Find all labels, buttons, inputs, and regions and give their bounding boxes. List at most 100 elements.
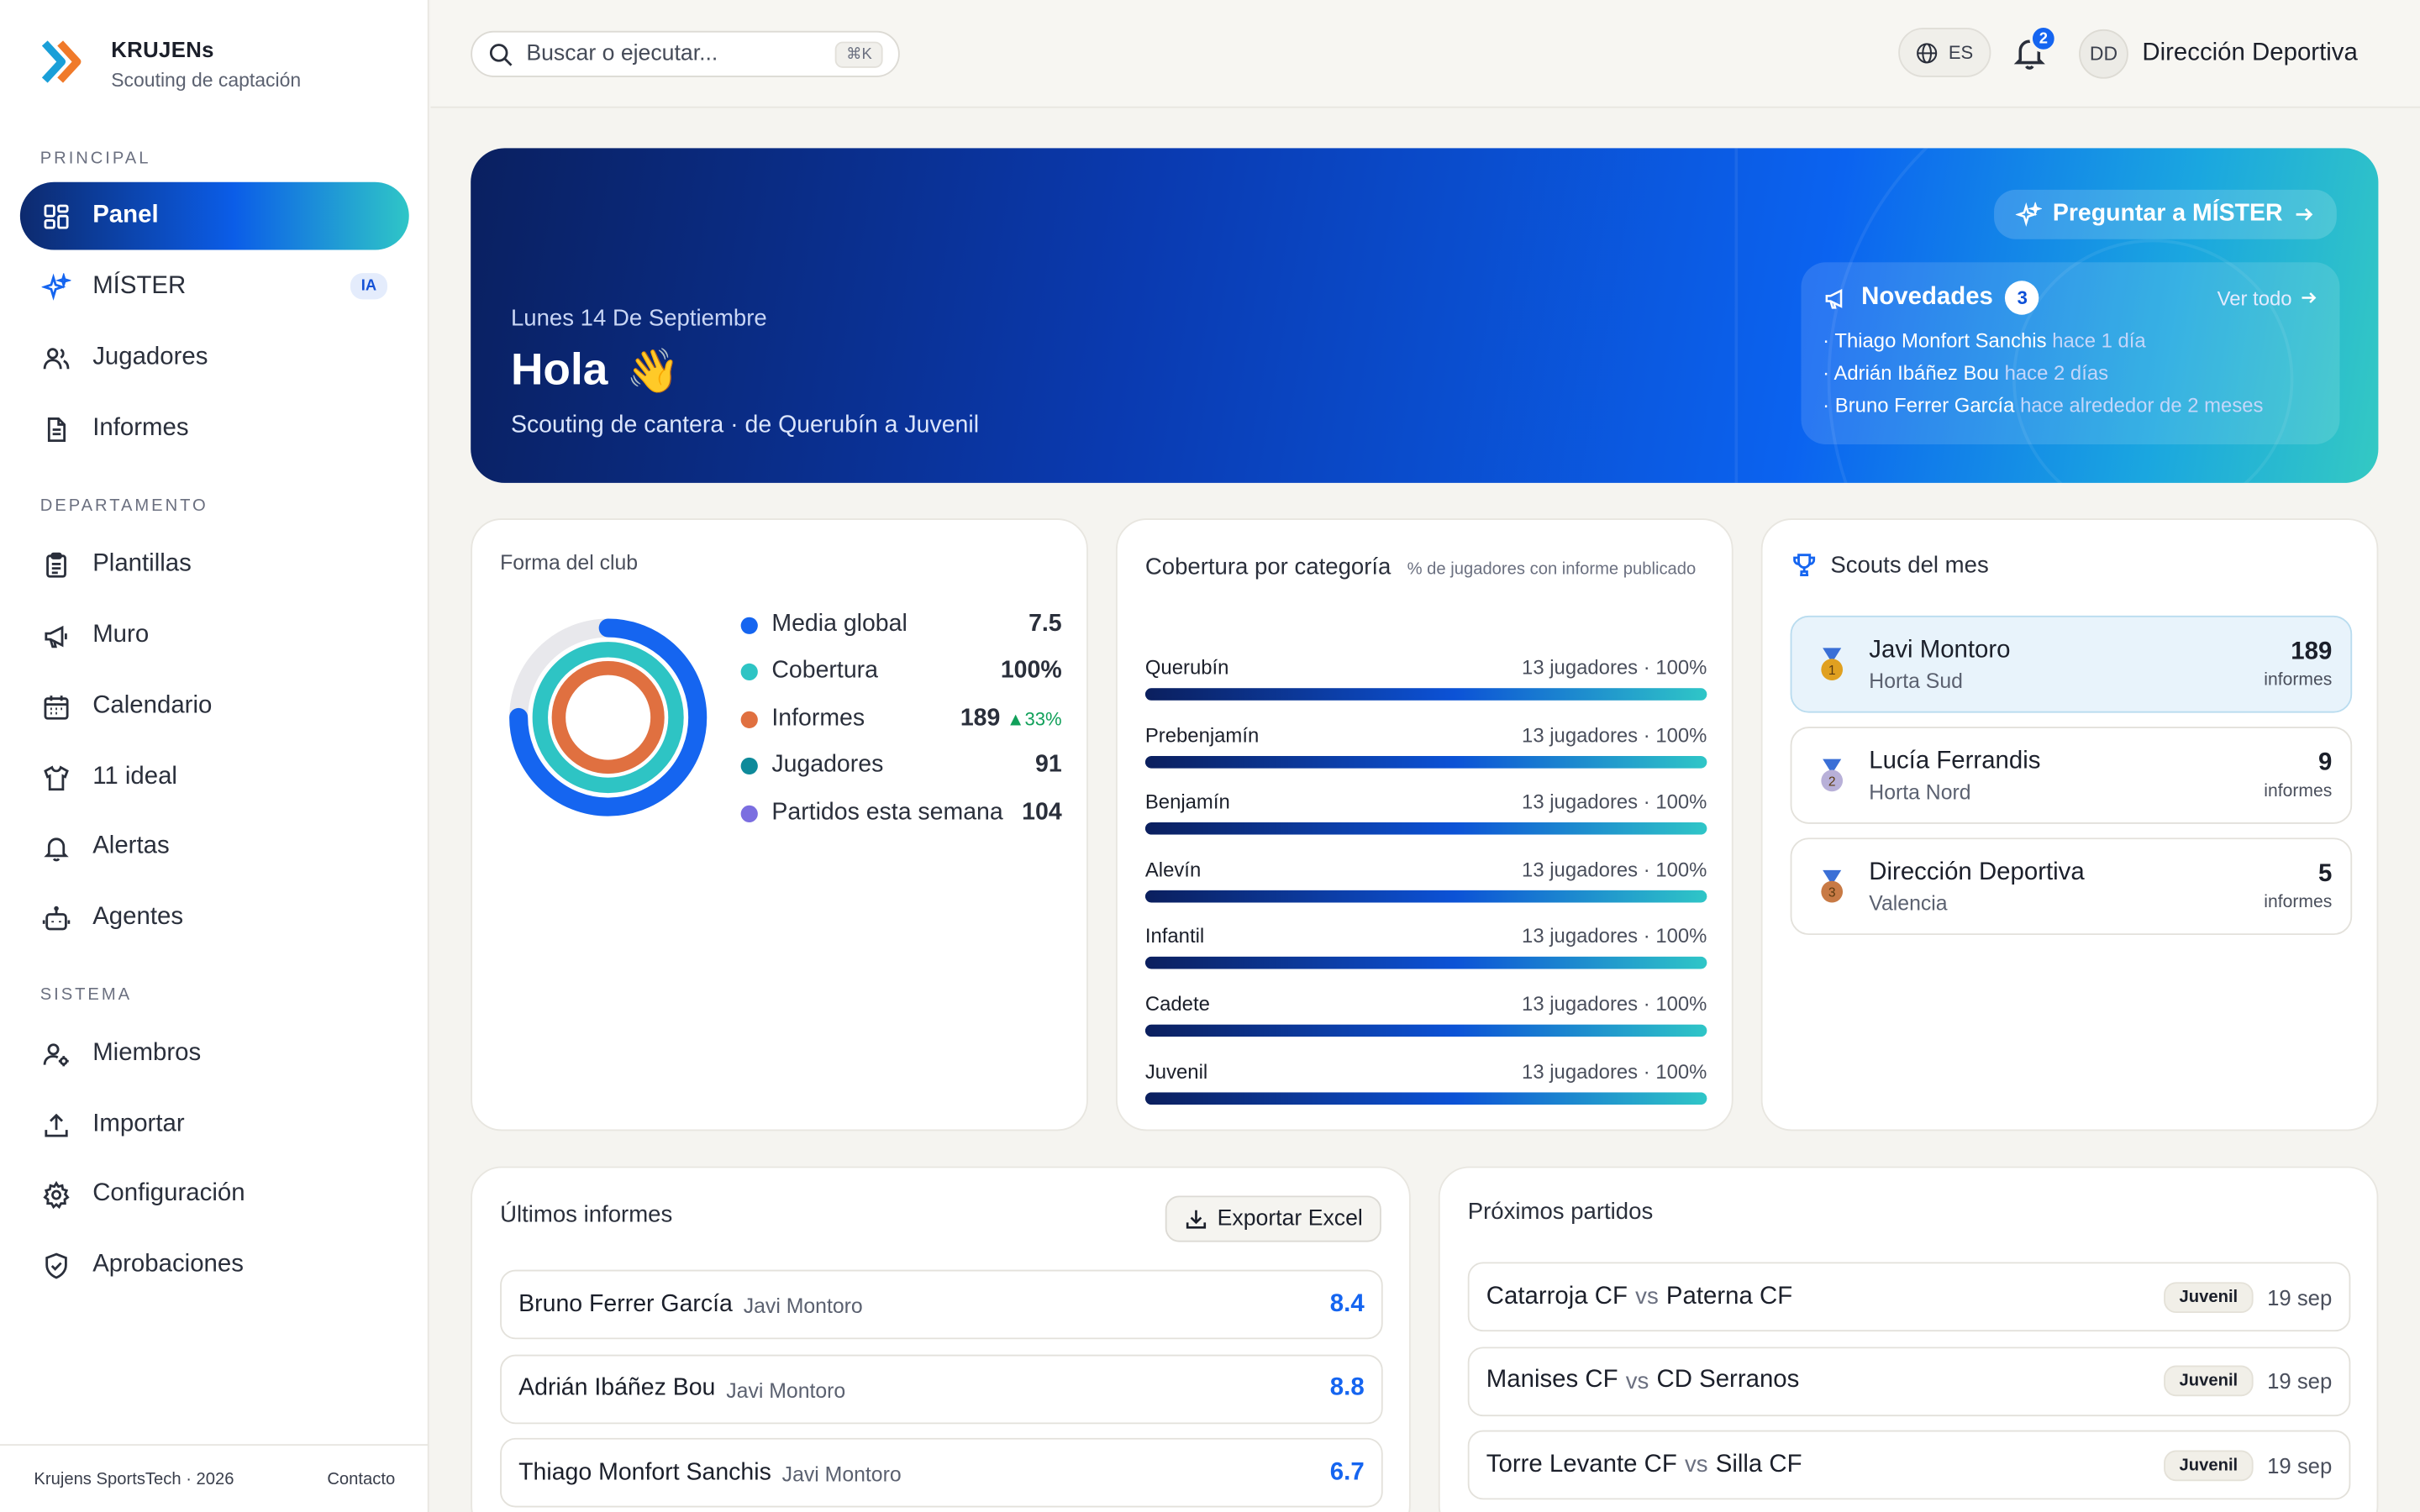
home-team: Catarroja CF: [1486, 1283, 1628, 1310]
match-date: 19 sep: [2267, 1368, 2333, 1394]
sidebar-item-panel[interactable]: Panel: [19, 181, 409, 250]
hero-greeting: Hola 👋: [511, 345, 681, 396]
brand[interactable]: KRUJENs Scouting de captación: [40, 34, 301, 91]
coverage-title: Cobertura por categoría: [1144, 554, 1392, 580]
sidebar-item-plantillas[interactable]: Plantillas: [20, 531, 409, 599]
category-name: Prebenjamín: [1144, 722, 1260, 747]
vs-label: vs: [1635, 1284, 1659, 1310]
scout-item[interactable]: 2 Lucía Ferrandis Horta Nord 9 informes: [1790, 727, 2353, 824]
legend-dot: [740, 756, 758, 774]
contact-link[interactable]: Contacto: [327, 1469, 395, 1488]
legend-dot: [740, 710, 758, 728]
sidebar-item-agentes[interactable]: Agentes: [20, 884, 409, 952]
news-item[interactable]: · Thiago Monfort Sanchis hace 1 día: [1823, 328, 2318, 352]
sidebar-item-label: Alertas: [92, 832, 170, 860]
report-scout: Javi Montoro: [743, 1294, 863, 1318]
scout-item[interactable]: 3 Dirección Deportiva Valencia 5 informes: [1790, 837, 2353, 936]
search-placeholder: Buscar o ejecutar...: [526, 41, 718, 66]
news-item-when: hace 1 día: [2052, 328, 2146, 352]
stat-value: 100%: [1000, 657, 1062, 684]
trend-up-indicator: ▲33%: [1006, 708, 1062, 730]
hero-banner: Lunes 14 De Septiembre Hola 👋 Scouting d…: [471, 148, 2379, 483]
stat-row-cobertura: Cobertura 100%: [740, 653, 1062, 690]
sidebar-item-miembros[interactable]: Miembros: [20, 1020, 409, 1088]
club-form-donut-chart: [509, 618, 708, 816]
category-coverage-row: Benjamín 13 jugadores · 100%: [1144, 790, 1707, 836]
category-name: Alevín: [1144, 857, 1202, 881]
category-name: Querubín: [1144, 655, 1229, 680]
report-row[interactable]: Thiago Monfort Sanchis Javi Montoro 6.7: [500, 1437, 1383, 1508]
shirt-icon: [44, 764, 69, 790]
sidebar-item-alertas[interactable]: Alertas: [20, 813, 409, 881]
scout-info: Lucía Ferrandis Horta Nord: [1869, 748, 2040, 803]
notifications-count-badge: 2: [2029, 24, 2058, 53]
sidebar-item-muro[interactable]: Muro: [20, 601, 409, 669]
news-item[interactable]: · Adrián Ibáñez Bou hace 2 días: [1823, 361, 2318, 385]
sidebar-item-label: Aprobaciones: [92, 1251, 244, 1278]
upcoming-matches-card: Próximos partidos Catarroja CF vs Paterna …: [1438, 1166, 2379, 1512]
news-view-all-link[interactable]: Ver todo: [2217, 286, 2318, 309]
scout-place: Valencia: [1869, 890, 1948, 915]
scout-place: Horta Nord: [1869, 780, 1971, 804]
category-meta: 13 jugadores · 100%: [1522, 924, 1707, 948]
sidebar-item-label: Plantillas: [92, 550, 192, 577]
match-row[interactable]: Torre Levante CF vs Silla CF Juvenil 19 sep: [1467, 1430, 2351, 1500]
sidebar-item-jugadores[interactable]: Jugadores: [20, 324, 409, 392]
export-excel-button[interactable]: Exportar Excel: [1165, 1195, 1381, 1242]
coverage-bar-track: [1144, 688, 1707, 701]
category-name: Juvenil: [1144, 1059, 1208, 1083]
hero-subtitle: Scouting de cantera · de Querubín a Juve…: [510, 412, 980, 438]
stat-value: 104: [1022, 799, 1062, 826]
news-item-name: Bruno Ferrer García: [1834, 393, 2015, 417]
stat-value: 91: [1034, 751, 1062, 778]
megaphone-icon: [45, 625, 67, 648]
scout-report-unit: informes: [2264, 893, 2333, 912]
sidebar-item-aprobaciones[interactable]: Aprobaciones: [20, 1231, 409, 1299]
match-row[interactable]: Manises CF vs CD Serranos Juvenil 19 sep: [1467, 1346, 2351, 1416]
ask-mister-button[interactable]: Preguntar a MÍSTER: [1994, 189, 2337, 239]
bot-icon: [42, 905, 71, 930]
category-meta: 13 jugadores · 100%: [1522, 1059, 1707, 1083]
report-row[interactable]: Bruno Ferrer García Javi Montoro 8.4: [500, 1269, 1383, 1340]
category-badge: Juvenil: [2164, 1365, 2254, 1397]
sidebar-item-configuracion[interactable]: Configuración: [20, 1160, 409, 1228]
user-menu[interactable]: DD Dirección Deportiva: [2079, 29, 2358, 79]
brand-name: KRUJENs: [111, 37, 214, 62]
category-name: Infantil: [1144, 924, 1205, 948]
search-input[interactable]: Buscar o ejecutar... ⌘K: [471, 30, 900, 77]
away-team: CD Serranos: [1656, 1367, 1800, 1394]
coverage-header: Cobertura por categoría % de jugadores c…: [1145, 548, 1701, 590]
category-line: Querubín 13 jugadores · 100%: [1145, 656, 1707, 680]
news-item[interactable]: · Bruno Ferrer García hace alrededor de …: [1823, 393, 2318, 417]
shield-check-icon: [45, 1252, 67, 1278]
sidebar-item-importar[interactable]: Importar: [20, 1091, 409, 1159]
coverage-bar-fill: [1144, 688, 1707, 701]
coverage-bar-fill: [1144, 822, 1707, 836]
scout-count: 5 informes: [2264, 861, 2332, 912]
coverage-bar-track: [1144, 957, 1707, 970]
news-item-when: hace alrededor de 2 meses: [2020, 393, 2264, 417]
sidebar-item-calendario[interactable]: Calendario: [20, 673, 409, 741]
sidebar-item-11-ideal[interactable]: 11 ideal: [20, 743, 409, 811]
calendar-icon: [44, 695, 69, 719]
section-title-principal: PRINCIPAL: [39, 150, 151, 169]
report-row[interactable]: Adrián Ibáñez Bou Javi Montoro 8.8: [500, 1353, 1383, 1424]
sidebar-item-informes[interactable]: Informes: [20, 395, 409, 463]
gear-icon: [43, 1179, 70, 1209]
match-row[interactable]: Catarroja CF vs Paterna CF Juvenil 19 sep: [1467, 1262, 2351, 1332]
stat-row-media-global: Media global 7.5: [740, 606, 1062, 643]
news-item-name: Thiago Monfort Sanchis: [1834, 328, 2047, 352]
report-scout: Javi Montoro: [726, 1378, 846, 1402]
scout-item[interactable]: 1 Javi Montoro Horta Sud 189 informes: [1790, 615, 2353, 713]
medal-icon: 2: [1821, 758, 1844, 791]
scout-report-count: 9: [2317, 749, 2333, 776]
category-coverage-row: Querubín 13 jugadores · 100%: [1144, 656, 1707, 701]
brand-logo-icon: [41, 40, 82, 83]
scout-info: Dirección Deportiva Valencia: [1869, 858, 2084, 914]
ring-informes: [551, 661, 665, 774]
arrow-right-icon: [2296, 207, 2313, 221]
club-form-card: Forma del club Media global 7.5 Cobertur…: [471, 518, 1088, 1131]
sidebar-item-mister[interactable]: MÍSTER IA: [20, 253, 409, 321]
language-selector[interactable]: ES: [1898, 28, 1991, 77]
category-meta: 13 jugadores · 100%: [1522, 790, 1707, 814]
